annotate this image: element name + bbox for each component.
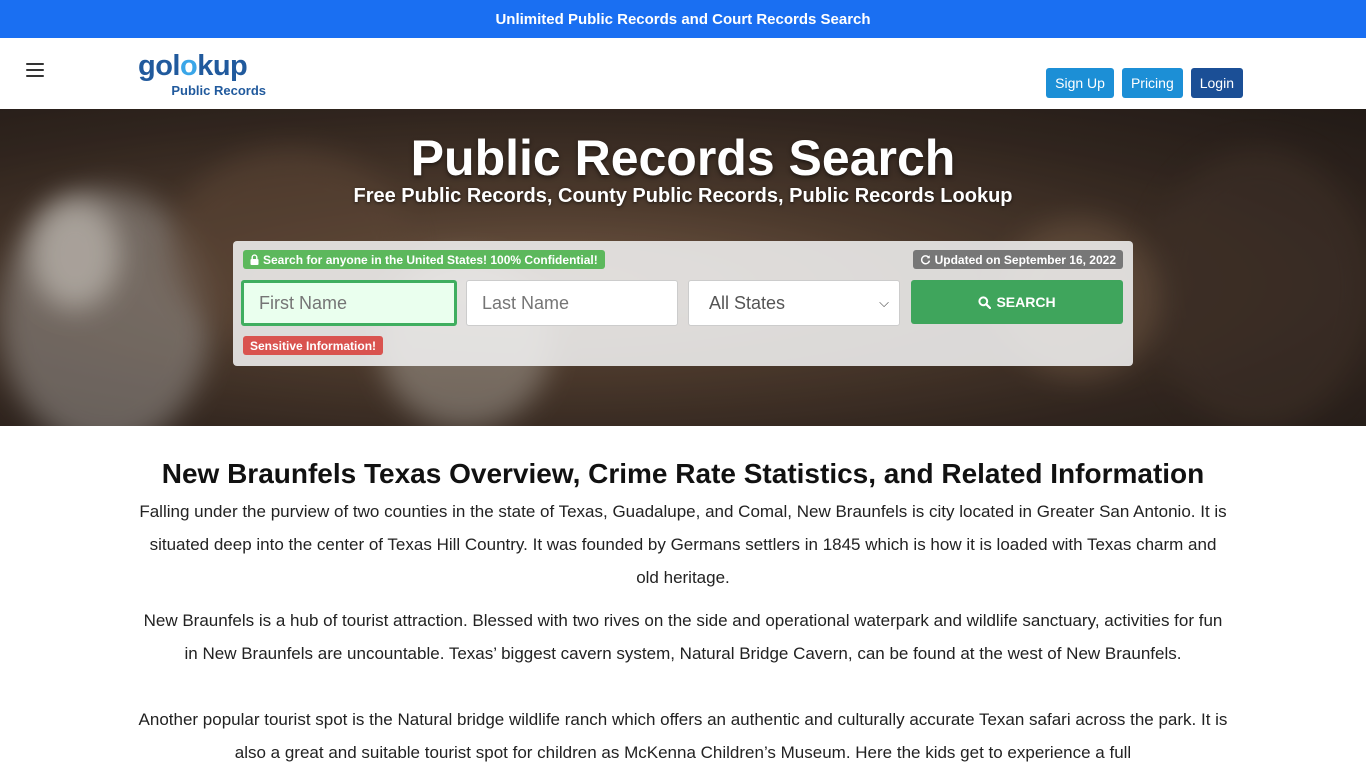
search-button[interactable]: SEARCH (911, 280, 1123, 324)
article-content: New Braunfels Texas Overview, Crime Rate… (0, 426, 1366, 768)
article-paragraph: Falling under the purview of two countie… (139, 502, 1227, 587)
search-icon (978, 295, 992, 309)
search-panel: Search for anyone in the United States! … (233, 241, 1133, 366)
state-select-value: All States (709, 292, 786, 313)
pricing-button[interactable]: Pricing (1121, 68, 1183, 98)
hero-banner: Public Records Search Free Public Record… (0, 109, 1366, 426)
article-paragraph: Another popular tourist spot is the Natu… (138, 710, 1228, 762)
article-paragraph: New Braunfels is a hub of tourist attrac… (143, 611, 1223, 663)
logo-subtitle: Public Records (171, 83, 266, 98)
refresh-icon (920, 255, 930, 265)
state-select[interactable]: All States ⌵ (688, 280, 900, 326)
article-heading: New Braunfels Texas Overview, Crime Rate… (161, 458, 1205, 489)
promo-link[interactable]: Unlimited Public Records and Court Recor… (495, 11, 870, 28)
logo[interactable]: gol o kup Public Records (138, 51, 268, 99)
first-name-input[interactable] (241, 280, 457, 326)
confidential-badge-text: Search for anyone in the United States! … (263, 252, 598, 267)
chevron-down-icon: ⌵ (879, 295, 889, 310)
sensitive-badge: Sensitive Information! (243, 336, 384, 355)
updated-badge: Updated on September 16, 2022 (912, 250, 1123, 269)
hero-subtitle: Free Public Records, County Public Recor… (353, 185, 1013, 207)
confidential-badge: Search for anyone in the United States! … (243, 250, 605, 269)
logo-wordmark: gol o kup (138, 51, 268, 81)
navbar: gol o kup Public Records Sign Up Pricing L… (0, 38, 1366, 109)
last-name-input[interactable] (466, 280, 678, 326)
logo-word-end: kup (197, 50, 248, 82)
signup-button[interactable]: Sign Up (1046, 68, 1114, 98)
logo-word-o: o (180, 50, 198, 82)
hero-title: Public Records Search (410, 130, 956, 186)
logo-word-start: gol (138, 50, 181, 82)
menu-icon[interactable] (26, 63, 44, 77)
lock-icon (250, 254, 259, 265)
nav-buttons: Sign Up Pricing Login (1046, 68, 1243, 98)
promo-bar: Unlimited Public Records and Court Recor… (0, 0, 1366, 38)
search-button-label: SEARCH (996, 294, 1056, 310)
updated-badge-text: Updated on September 16, 2022 (934, 252, 1116, 267)
login-button[interactable]: Login (1190, 68, 1243, 98)
